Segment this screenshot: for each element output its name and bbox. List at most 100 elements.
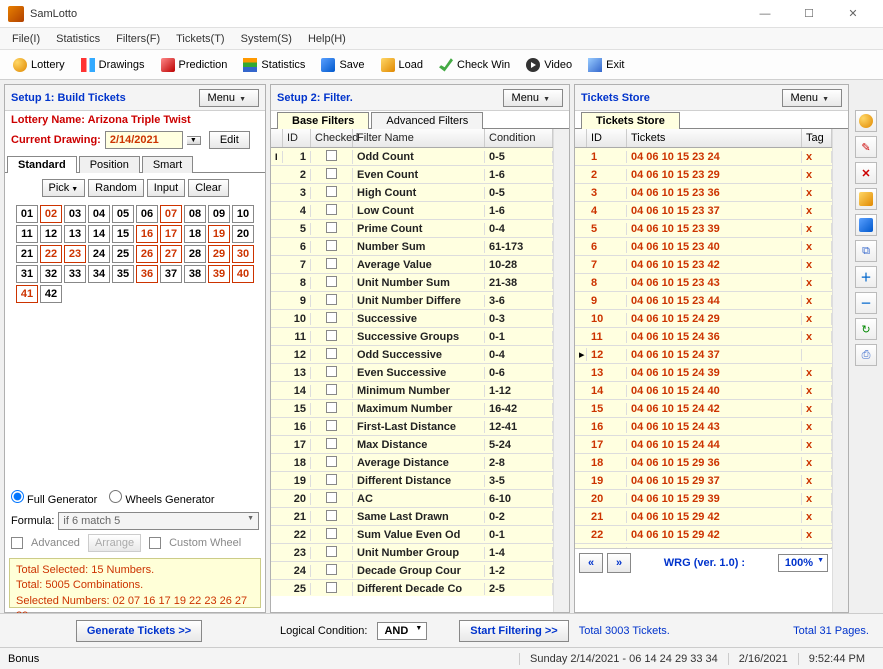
filter-checkbox[interactable] xyxy=(326,312,337,323)
filter-row[interactable]: 7Average Value10-28 xyxy=(271,256,553,274)
sidebar-save-icon[interactable] xyxy=(855,214,877,236)
number-07[interactable]: 07 xyxy=(160,205,182,223)
number-02[interactable]: 02 xyxy=(40,205,62,223)
number-27[interactable]: 27 xyxy=(160,245,182,263)
filter-row[interactable]: 17Max Distance5-24 xyxy=(271,436,553,454)
filter-checkbox[interactable] xyxy=(326,384,337,395)
tab-smart[interactable]: Smart xyxy=(142,156,193,173)
filter-checkbox[interactable] xyxy=(326,150,337,161)
filter-row[interactable]: 9Unit Number Differe3-6 xyxy=(271,292,553,310)
ticket-row[interactable]: 1604 06 10 15 24 43x xyxy=(575,418,832,436)
number-13[interactable]: 13 xyxy=(64,225,86,243)
filter-row[interactable]: 6Number Sum61-173 xyxy=(271,238,553,256)
tab-tickets-store[interactable]: Tickets Store xyxy=(581,112,680,129)
close-button[interactable]: ✕ xyxy=(831,0,875,28)
sidebar-minus-icon[interactable]: － xyxy=(855,292,877,314)
toolbar-video[interactable]: Video xyxy=(519,54,579,76)
ticket-row[interactable]: 1804 06 10 15 29 36x xyxy=(575,454,832,472)
number-33[interactable]: 33 xyxy=(64,265,86,283)
ticket-row[interactable]: 1904 06 10 15 29 37x xyxy=(575,472,832,490)
number-05[interactable]: 05 xyxy=(112,205,134,223)
filter-checkbox[interactable] xyxy=(326,582,337,593)
filter-row[interactable]: 4Low Count1-6 xyxy=(271,202,553,220)
panel1-menu-button[interactable]: Menu xyxy=(199,89,259,107)
toolbar-lottery[interactable]: Lottery xyxy=(6,54,72,76)
menu-statistics[interactable]: Statistics xyxy=(48,30,108,48)
filter-row[interactable]: 13Even Successive0-6 xyxy=(271,364,553,382)
input-button[interactable]: Input xyxy=(147,179,185,197)
number-12[interactable]: 12 xyxy=(40,225,62,243)
ticket-row[interactable]: 2104 06 10 15 29 42x xyxy=(575,508,832,526)
sidebar-plus-icon[interactable]: ＋ xyxy=(855,266,877,288)
toolbar-statistics[interactable]: Statistics xyxy=(236,54,312,76)
sidebar-refresh-icon[interactable]: ↻ xyxy=(855,318,877,340)
number-22[interactable]: 22 xyxy=(40,245,62,263)
filter-checkbox[interactable] xyxy=(326,474,337,485)
pick-button[interactable]: Pick xyxy=(42,179,86,197)
ticket-row[interactable]: 1104 06 10 15 24 36x xyxy=(575,328,832,346)
number-15[interactable]: 15 xyxy=(112,225,134,243)
number-17[interactable]: 17 xyxy=(160,225,182,243)
number-42[interactable]: 42 xyxy=(40,285,62,303)
ticket-row[interactable]: 1004 06 10 15 24 29x xyxy=(575,310,832,328)
toolbar-load[interactable]: Load xyxy=(374,54,430,76)
number-34[interactable]: 34 xyxy=(88,265,110,283)
number-32[interactable]: 32 xyxy=(40,265,62,283)
toolbar-save[interactable]: Save xyxy=(314,54,371,76)
current-drawing-date[interactable]: 2/14/2021 xyxy=(105,131,183,149)
ticket-row[interactable]: 604 06 10 15 23 40x xyxy=(575,238,832,256)
sidebar-print-icon[interactable]: ⎙ xyxy=(855,344,877,366)
ticket-row[interactable]: 704 06 10 15 23 42x xyxy=(575,256,832,274)
ticket-row[interactable]: 204 06 10 15 23 29x xyxy=(575,166,832,184)
page-first-button[interactable]: « xyxy=(579,553,603,573)
ticket-row[interactable]: 304 06 10 15 23 36x xyxy=(575,184,832,202)
filter-checkbox[interactable] xyxy=(326,330,337,341)
ticket-row[interactable]: 1204 06 10 15 24 37 xyxy=(575,346,832,364)
toolbar-exit[interactable]: Exit xyxy=(581,54,631,76)
number-23[interactable]: 23 xyxy=(64,245,86,263)
number-26[interactable]: 26 xyxy=(136,245,158,263)
filter-row[interactable]: 10Successive0-3 xyxy=(271,310,553,328)
filter-row[interactable]: 3High Count0-5 xyxy=(271,184,553,202)
filter-checkbox[interactable] xyxy=(326,510,337,521)
menu-systems[interactable]: System(S) xyxy=(233,30,300,48)
number-24[interactable]: 24 xyxy=(88,245,110,263)
tab-base-filters[interactable]: Base Filters xyxy=(277,112,369,129)
ticket-row[interactable]: 504 06 10 15 23 39x xyxy=(575,220,832,238)
ticket-row[interactable]: 104 06 10 15 23 24x xyxy=(575,148,832,166)
ticket-row[interactable]: 904 06 10 15 23 44x xyxy=(575,292,832,310)
sidebar-copy-icon[interactable]: ⧉ xyxy=(855,240,877,262)
number-39[interactable]: 39 xyxy=(208,265,230,283)
filter-checkbox[interactable] xyxy=(326,348,337,359)
filter-row[interactable]: 16First-Last Distance12-41 xyxy=(271,418,553,436)
tickets-scrollbar[interactable] xyxy=(832,129,848,612)
maximize-button[interactable]: ☐ xyxy=(787,0,831,28)
filter-row[interactable]: 14Minimum Number1-12 xyxy=(271,382,553,400)
filter-scrollbar[interactable] xyxy=(553,129,569,612)
number-01[interactable]: 01 xyxy=(16,205,38,223)
menu-filei[interactable]: File(I) xyxy=(4,30,48,48)
menu-helph[interactable]: Help(H) xyxy=(300,30,354,48)
sidebar-open-icon[interactable] xyxy=(855,188,877,210)
filter-row[interactable]: 12Odd Successive0-4 xyxy=(271,346,553,364)
number-08[interactable]: 08 xyxy=(184,205,206,223)
arrange-button[interactable]: Arrange xyxy=(88,534,141,552)
filter-checkbox[interactable] xyxy=(326,168,337,179)
filter-row[interactable]: 2Even Count1-6 xyxy=(271,166,553,184)
filter-checkbox[interactable] xyxy=(326,420,337,431)
filter-checkbox[interactable] xyxy=(326,366,337,377)
filter-checkbox[interactable] xyxy=(326,276,337,287)
wheels-generator-radio[interactable]: Wheels Generator xyxy=(109,490,214,506)
filter-checkbox[interactable] xyxy=(326,222,337,233)
filter-row[interactable]: 5Prime Count0-4 xyxy=(271,220,553,238)
ticket-row[interactable]: 2004 06 10 15 29 39x xyxy=(575,490,832,508)
zoom-select[interactable]: 100% xyxy=(778,554,828,572)
toolbar-prediction[interactable]: Prediction xyxy=(154,54,235,76)
ticket-row[interactable]: 1304 06 10 15 24 39x xyxy=(575,364,832,382)
number-30[interactable]: 30 xyxy=(232,245,254,263)
number-04[interactable]: 04 xyxy=(88,205,110,223)
filter-checkbox[interactable] xyxy=(326,492,337,503)
number-03[interactable]: 03 xyxy=(64,205,86,223)
filter-row[interactable]: 11Successive Groups0-1 xyxy=(271,328,553,346)
filter-checkbox[interactable] xyxy=(326,240,337,251)
